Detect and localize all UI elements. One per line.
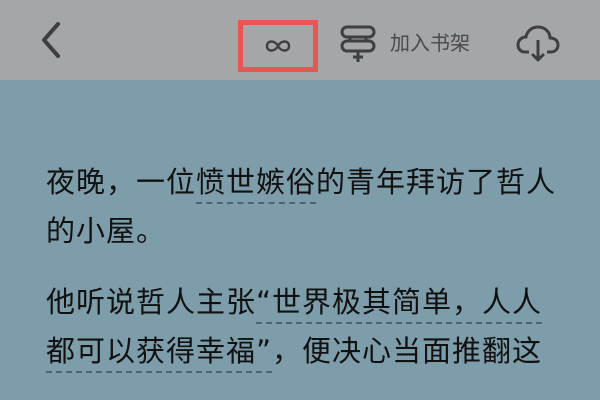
paragraph: 他听说哲人主张“世界极其简单，人人都可以获得幸福”，便决心当面推翻这 <box>46 278 566 376</box>
add-to-bookshelf-icon <box>340 25 376 62</box>
cloud-download-button[interactable] <box>514 20 562 68</box>
back-button[interactable] <box>30 18 74 62</box>
add-to-bookshelf-button[interactable]: 加入书架 <box>338 22 488 66</box>
infinity-button[interactable] <box>238 20 318 72</box>
reading-content[interactable]: 夜晚，一位愤世嫉俗的青年拜访了哲人的小屋。 他听说哲人主张“世界极其简单，人人都… <box>46 158 566 398</box>
annotated-text[interactable]: 愤世嫉俗 <box>196 165 317 204</box>
text-segment: 他听说哲人主张 <box>46 285 257 319</box>
cloud-download-icon <box>516 25 560 62</box>
infinity-icon <box>265 40 291 52</box>
add-to-bookshelf-label: 加入书架 <box>390 31 470 55</box>
paragraph: 夜晚，一位愤世嫉俗的青年拜访了哲人的小屋。 <box>46 158 566 256</box>
text-segment: ，便决心当面推翻这 <box>272 334 543 368</box>
reader-screen: 加入书架 夜晚，一位愤世嫉俗的青年拜访了哲人的小屋。 他听说哲人主张“世界极其简… <box>0 0 600 400</box>
text-segment: 夜晚，一位 <box>46 165 197 199</box>
chevron-left-icon <box>42 22 60 58</box>
top-toolbar: 加入书架 <box>0 0 600 80</box>
